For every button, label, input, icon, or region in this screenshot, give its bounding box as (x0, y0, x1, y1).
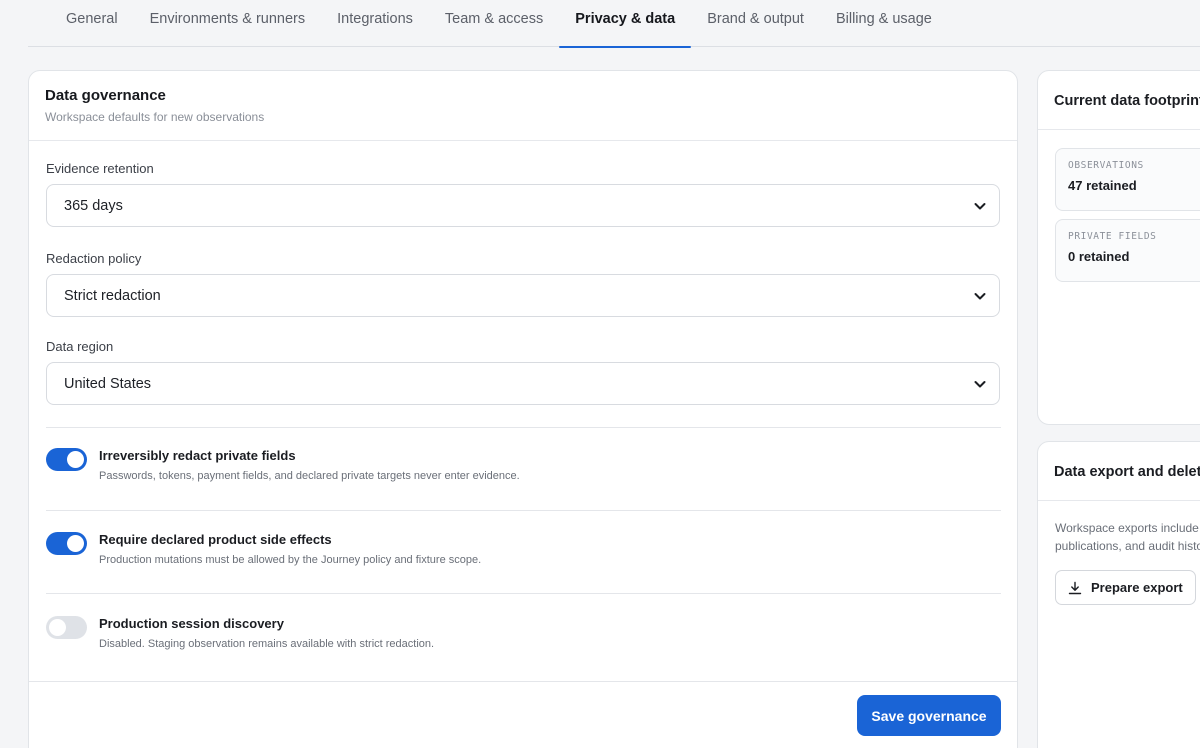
stat-label: PRIVATE FIELDS (1068, 231, 1157, 242)
tab-environments-runners[interactable]: Environments & runners (134, 0, 322, 47)
tab-privacy-data[interactable]: Privacy & data (559, 0, 692, 48)
side-effects-toggle[interactable] (46, 532, 87, 555)
divider (46, 593, 1001, 594)
session-discovery-toggle[interactable] (46, 616, 87, 639)
settings-tabs: General Environments & runners Integrati… (28, 0, 1200, 48)
redaction-policy-select[interactable]: Strict redaction (46, 274, 1000, 317)
private-fields-stat: PRIVATE FIELDS 0 retained (1055, 219, 1200, 282)
divider (46, 510, 1001, 511)
chevron-down-icon (974, 380, 986, 387)
save-governance-button[interactable]: Save governance (857, 695, 1001, 736)
data-export-card: Data export and deletion Workspace expor… (1037, 441, 1200, 748)
data-governance-card: Data governance Workspace defaults for n… (28, 70, 1018, 748)
observations-stat: OBSERVATIONS 47 retained (1055, 148, 1200, 211)
select-value: 365 days (64, 197, 123, 214)
evidence-retention-select[interactable]: 365 days (46, 184, 1000, 227)
tab-brand-output[interactable]: Brand & output (691, 0, 820, 47)
field-label: Data region (46, 339, 114, 354)
field-label: Evidence retention (46, 161, 154, 176)
toggle-description: Passwords, tokens, payment fields, and d… (99, 470, 520, 482)
select-value: Strict redaction (64, 287, 161, 304)
toggle-title: Irreversibly redact private fields (99, 448, 296, 463)
export-description-line: publications, and audit history (1055, 539, 1200, 553)
card-title: Current data footprint (1038, 71, 1200, 130)
toggle-knob (67, 451, 84, 468)
toggle-knob (67, 535, 84, 552)
card-footer: Save governance (29, 681, 1017, 748)
card-title: Data export and deletion (1038, 442, 1200, 501)
export-description-line: Workspace exports include (1055, 521, 1199, 535)
redact-private-toggle[interactable] (46, 448, 87, 471)
export-description: Workspace exports include publications, … (1055, 519, 1200, 555)
card-subtitle: Workspace defaults for new observations (45, 110, 265, 124)
button-label: Prepare export (1091, 580, 1183, 595)
data-region-select[interactable]: United States (46, 362, 1000, 405)
chevron-down-icon (974, 292, 986, 299)
tab-team-access[interactable]: Team & access (429, 0, 559, 47)
stat-value: 47 retained (1068, 178, 1137, 193)
select-value: United States (64, 375, 152, 392)
stat-value: 0 retained (1068, 249, 1130, 264)
redaction-policy-field: Redaction policy Strict redaction (46, 251, 1000, 317)
data-footprint-card: Current data footprint OBSERVATIONS 47 r… (1037, 70, 1200, 425)
tab-billing-usage[interactable]: Billing & usage (820, 0, 948, 47)
evidence-retention-field: Evidence retention 365 days (46, 161, 1000, 227)
field-label: Redaction policy (46, 251, 142, 266)
toggle-title: Production session discovery (99, 616, 284, 631)
tab-integrations[interactable]: Integrations (321, 0, 429, 47)
divider (46, 427, 1001, 428)
data-region-field: Data region United States (46, 339, 1000, 405)
prepare-export-button[interactable]: Prepare export (1055, 570, 1196, 605)
card-header: Data governance Workspace defaults for n… (29, 71, 1017, 141)
card-title: Data governance (45, 87, 166, 104)
toggle-description: Disabled. Staging observation remains av… (99, 638, 435, 650)
tab-general[interactable]: General (28, 0, 134, 47)
download-icon (1068, 581, 1082, 594)
toggle-title: Require declared product side effects (99, 532, 332, 547)
chevron-down-icon (974, 202, 986, 209)
toggle-knob (49, 619, 66, 636)
stat-label: OBSERVATIONS (1068, 160, 1144, 171)
toggle-description: Production mutations must be allowed by … (99, 554, 482, 566)
